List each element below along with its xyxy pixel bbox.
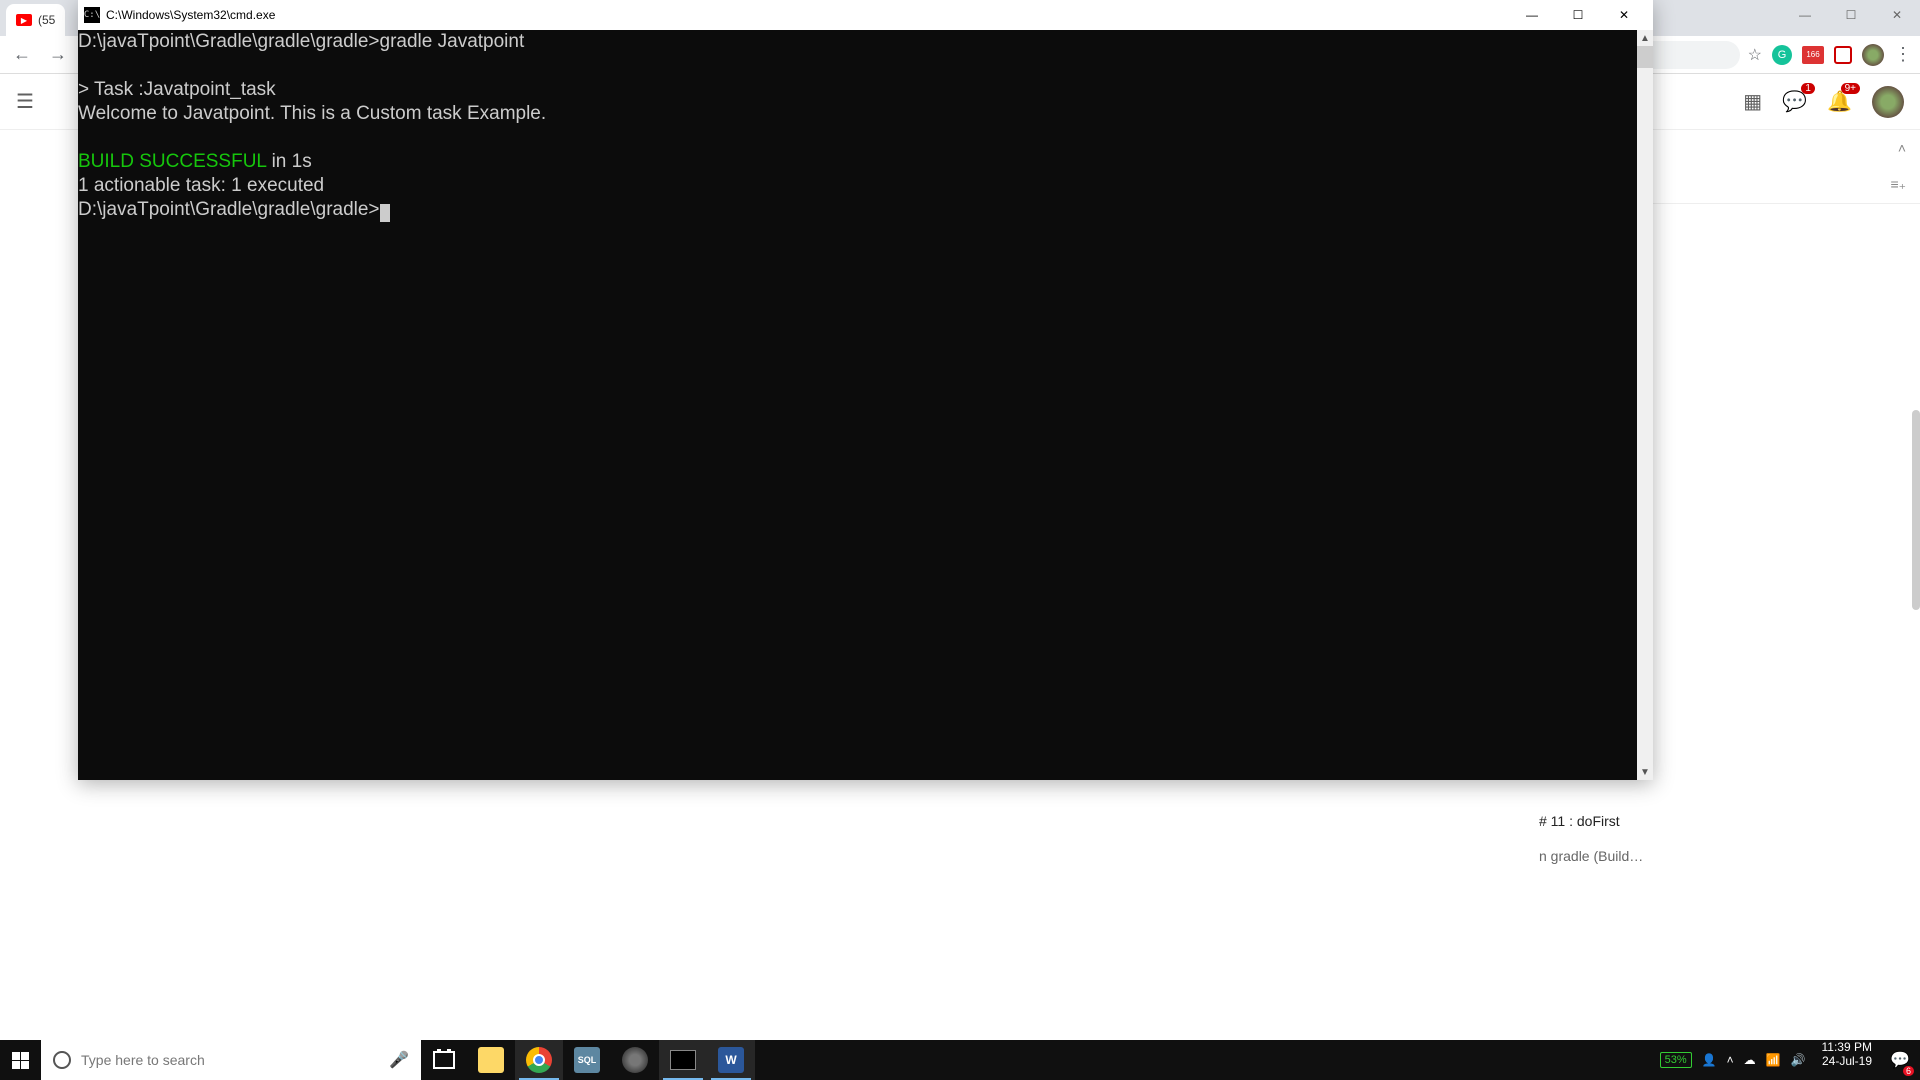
close-button[interactable]: ✕ <box>1601 0 1647 30</box>
cmd-titlebar[interactable]: C:\ C:\Windows\System32\cmd.exe — ☐ ✕ <box>78 0 1653 30</box>
chevron-up-icon[interactable]: ˄ <box>1898 140 1906 156</box>
minimize-button[interactable]: — <box>1509 0 1555 30</box>
volume-icon[interactable]: 🔊 <box>1791 1053 1806 1067</box>
microphone-icon[interactable]: 🎤 <box>389 1050 409 1070</box>
term-line: > Task :Javatpoint_task <box>78 79 276 100</box>
cmd-content[interactable]: D:\javaTpoint\Gradle\gradle\gradle>gradl… <box>78 30 1637 780</box>
chrome-taskbar-button[interactable] <box>515 1040 563 1080</box>
calendar-extension-icon[interactable]: 166 <box>1802 46 1824 64</box>
action-center-button[interactable]: 💬 6 <box>1880 1040 1920 1080</box>
back-button[interactable]: ← <box>8 41 36 69</box>
cursor-icon <box>380 204 390 222</box>
scroll-down-icon[interactable]: ▼ <box>1637 764 1653 780</box>
onedrive-icon[interactable]: ☁ <box>1744 1053 1756 1067</box>
extension-icons: ☆ G 166 ⋮ <box>1748 44 1912 66</box>
star-icon[interactable]: ☆ <box>1748 45 1762 65</box>
grammarly-icon[interactable]: G <box>1772 45 1792 65</box>
tab-title: (55 <box>38 13 55 27</box>
taskbar-clock[interactable]: 11:39 PM 24-Jul-19 <box>1814 1040 1880 1080</box>
chrome-icon <box>526 1047 552 1073</box>
list-item[interactable]: n gradle (Build… <box>1525 839 1920 873</box>
term-success: BUILD SUCCESSFUL <box>78 151 266 172</box>
browser-tab[interactable]: ▶ (55 <box>6 4 65 36</box>
folder-icon <box>478 1047 504 1073</box>
bell-badge: 9+ <box>1841 83 1860 94</box>
cmd-body[interactable]: D:\javaTpoint\Gradle\gradle\gradle>gradl… <box>78 30 1653 780</box>
clock-time: 11:39 PM <box>1822 1040 1872 1054</box>
term-line: Welcome to Javatpoint. This is a Custom … <box>78 103 546 124</box>
cmd-title: C:\Windows\System32\cmd.exe <box>106 8 275 22</box>
cmd-window: C:\ C:\Windows\System32\cmd.exe — ☐ ✕ D:… <box>78 0 1653 780</box>
mysql-taskbar-button[interactable]: SQL <box>563 1040 611 1080</box>
word-icon: W <box>718 1047 744 1073</box>
word-taskbar-button[interactable]: W <box>707 1040 755 1080</box>
terminal-output: D:\javaTpoint\Gradle\gradle\gradle>gradl… <box>78 30 1637 222</box>
cortana-circle-icon <box>53 1051 71 1069</box>
bg-maximize-button[interactable]: ☐ <box>1828 0 1874 30</box>
system-tray: 53% 👤 ˄ ☁ 📶 🔊 <box>1652 1040 1814 1080</box>
bg-minimize-button[interactable]: — <box>1782 0 1828 30</box>
battery-indicator[interactable]: 53% <box>1660 1052 1692 1068</box>
scroll-thumb[interactable] <box>1637 46 1653 68</box>
wifi-icon[interactable]: 📶 <box>1766 1053 1781 1067</box>
forward-button[interactable]: → <box>44 41 72 69</box>
scroll-up-icon[interactable]: ▲ <box>1637 30 1653 46</box>
clock-date: 24-Jul-19 <box>1822 1054 1872 1068</box>
taskbar-apps: SQL W <box>467 1040 755 1080</box>
bg-chrome-window-controls: — ☐ ✕ <box>1782 0 1920 30</box>
hamburger-icon[interactable]: ☰ <box>16 89 40 114</box>
notifications-bell-icon[interactable]: 🔔9+ <box>1827 89 1852 114</box>
people-icon[interactable]: 👤 <box>1702 1053 1717 1067</box>
notification-badge: 6 <box>1903 1066 1914 1076</box>
apps-icon[interactable]: ▦ <box>1743 89 1762 114</box>
list-item[interactable]: # 11 : doFirst <box>1525 804 1920 838</box>
youtube-icon: ▶ <box>16 14 32 26</box>
file-explorer-button[interactable] <box>467 1040 515 1080</box>
taskbar-search[interactable]: Type here to search 🎤 <box>41 1040 421 1080</box>
chrome-menu-icon[interactable]: ⋮ <box>1894 44 1912 65</box>
taskbar: Type here to search 🎤 SQL W 53% 👤 ˄ ☁ 📶 … <box>0 1040 1920 1080</box>
maximize-button[interactable]: ☐ <box>1555 0 1601 30</box>
search-placeholder: Type here to search <box>81 1052 205 1068</box>
mcafee-icon[interactable] <box>1834 46 1852 64</box>
windows-logo-icon <box>12 1052 29 1069</box>
playlist-add-icon[interactable]: ≡₊ <box>1890 176 1906 193</box>
taskview-icon <box>433 1051 455 1069</box>
taskbar-spacer <box>755 1040 1652 1080</box>
messages-icon[interactable]: 💬1 <box>1782 89 1807 114</box>
term-line: 1 actionable task: 1 executed <box>78 175 324 196</box>
messages-badge: 1 <box>1801 83 1815 94</box>
cmd-scrollbar[interactable]: ▲ ▼ <box>1637 30 1653 780</box>
bg-close-button[interactable]: ✕ <box>1874 0 1920 30</box>
gear-icon <box>622 1047 648 1073</box>
tray-chevron-icon[interactable]: ˄ <box>1727 1053 1734 1067</box>
youtube-avatar[interactable] <box>1872 86 1904 118</box>
cmd-taskbar-button[interactable] <box>659 1040 707 1080</box>
start-button[interactable] <box>0 1040 41 1080</box>
scroll-track[interactable] <box>1637 46 1653 764</box>
cmd-window-controls: — ☐ ✕ <box>1509 0 1647 30</box>
scrollbar-thumb[interactable] <box>1912 410 1920 610</box>
term-line: D:\javaTpoint\Gradle\gradle\gradle>gradl… <box>78 31 524 52</box>
mysql-icon: SQL <box>574 1047 600 1073</box>
profile-avatar-icon[interactable] <box>1862 44 1884 66</box>
cmd-icon: C:\ <box>84 7 100 23</box>
settings-taskbar-button[interactable] <box>611 1040 659 1080</box>
term-prompt: D:\javaTpoint\Gradle\gradle\gradle> <box>78 199 380 220</box>
task-view-button[interactable] <box>421 1040 467 1080</box>
cmd-taskbar-icon <box>670 1050 696 1070</box>
term-line: in 1s <box>266 151 311 172</box>
